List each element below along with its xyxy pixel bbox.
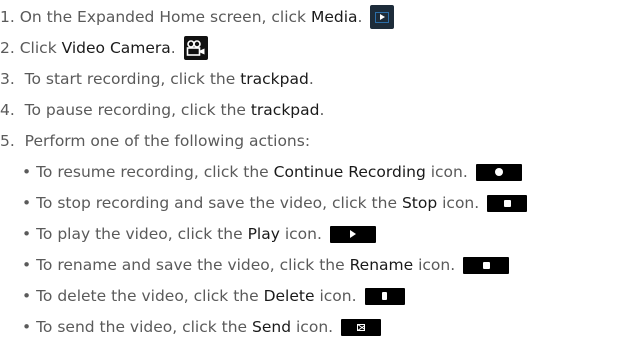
- step-emphasis: Video Camera: [61, 39, 171, 57]
- step-text: To start recording, click the: [24, 70, 241, 88]
- delete-icon: [364, 287, 405, 305]
- step-5: 5. Perform one of the following actions:: [0, 127, 310, 155]
- action-emphasis: Send: [252, 318, 292, 336]
- step-number: 1.: [0, 8, 15, 26]
- step-text: To pause recording, click the: [24, 101, 251, 119]
- action-text: To play the video, click the: [36, 225, 248, 243]
- bullet: •: [22, 256, 32, 274]
- action-tail: icon.: [437, 194, 480, 212]
- action-item: • To rename and save the video, click th…: [22, 251, 510, 279]
- step-tail: .: [170, 39, 176, 57]
- bullet: •: [22, 194, 32, 212]
- step-text: On the Expanded Home screen, click: [19, 8, 311, 26]
- step-tail: .: [308, 70, 314, 88]
- action-text: To send the video, click the: [36, 318, 253, 336]
- play-icon: [329, 225, 376, 243]
- action-tail: icon.: [279, 225, 322, 243]
- action-emphasis: Continue Recording: [273, 163, 426, 181]
- action-item: • To send the video, click the Send icon…: [22, 313, 382, 341]
- step-text: Perform one of the following actions:: [24, 132, 311, 150]
- action-emphasis: Play: [247, 225, 280, 243]
- bullet: •: [22, 287, 32, 305]
- action-emphasis: Delete: [263, 287, 315, 305]
- step-2: 2. Click Video Camera.: [0, 34, 208, 62]
- step-emphasis: trackpad: [250, 101, 320, 119]
- step-emphasis: trackpad: [240, 70, 309, 88]
- action-item: • To play the video, click the Play icon…: [22, 220, 376, 248]
- action-tail: icon.: [291, 318, 334, 336]
- continue-recording-icon: [475, 163, 522, 181]
- action-item: • To delete the video, click the Delete …: [22, 282, 405, 310]
- step-number: 2.: [0, 39, 15, 57]
- step-number: 5.: [0, 132, 15, 150]
- action-text: To delete the video, click the: [36, 287, 264, 305]
- rename-icon: [463, 256, 510, 274]
- action-item: • To resume recording, click the Continu…: [22, 158, 522, 186]
- step-number: 4.: [0, 101, 15, 119]
- step-tail: .: [357, 8, 363, 26]
- step-1: 1. On the Expanded Home screen, click Me…: [0, 3, 395, 31]
- step-tail: .: [319, 101, 325, 119]
- bullet: •: [22, 225, 32, 243]
- media-icon: [370, 5, 395, 29]
- step-3: 3. To start recording, click the trackpa…: [0, 65, 314, 93]
- action-text: To stop recording and save the video, cl…: [36, 194, 402, 212]
- action-text: To resume recording, click the: [36, 163, 274, 181]
- action-tail: icon.: [425, 163, 468, 181]
- stop-icon: [487, 194, 528, 212]
- video-camera-icon: [183, 36, 208, 60]
- action-emphasis: Rename: [349, 256, 414, 274]
- action-tail: icon.: [413, 256, 456, 274]
- step-emphasis: Media: [310, 8, 358, 26]
- step-number: 3.: [0, 70, 15, 88]
- action-tail: icon.: [314, 287, 357, 305]
- step-4: 4. To pause recording, click the trackpa…: [0, 96, 324, 124]
- send-icon: [341, 318, 382, 336]
- bullet: •: [22, 163, 32, 181]
- action-item: • To stop recording and save the video, …: [22, 189, 528, 217]
- action-text: To rename and save the video, click the: [36, 256, 350, 274]
- bullet: •: [22, 318, 32, 336]
- action-emphasis: Stop: [401, 194, 438, 212]
- step-text: Click: [19, 39, 62, 57]
